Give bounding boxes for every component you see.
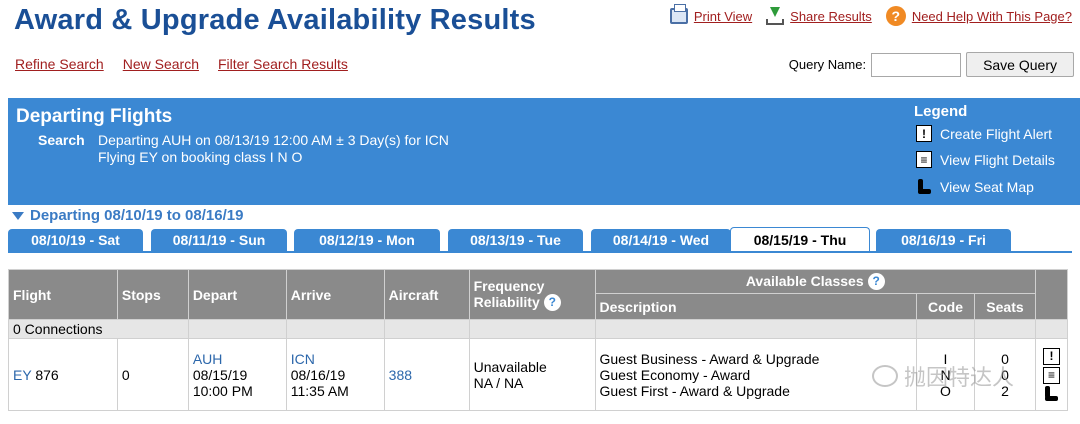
class-description: Guest Economy - Award <box>599 366 751 383</box>
panel-title: Departing Flights <box>16 106 173 127</box>
depart-cell: AUH 08/15/19 10:00 PM <box>187 338 287 411</box>
printer-icon <box>669 4 688 24</box>
col-depart: Depart <box>187 269 287 320</box>
col-available-classes: Available Classes? <box>594 269 1036 294</box>
airline-code[interactable]: EY <box>13 367 31 383</box>
legend-label: View Flight Details <box>940 151 1055 168</box>
legend-title: Legend <box>914 103 968 120</box>
connections-row: 0 Connections <box>8 319 1069 339</box>
seat-icon <box>916 179 932 195</box>
print-view-link[interactable]: Print View <box>669 4 752 24</box>
arrive-cell: ICN 08/16/19 11:35 AM <box>285 338 385 411</box>
aircraft-cell[interactable]: 388 <box>383 338 470 411</box>
reliability-value: NA / NA <box>473 374 524 391</box>
col-seats: Seats <box>973 293 1036 320</box>
query-name-label: Query Name: <box>788 57 867 72</box>
date-tabs: 08/10/19 - Sat 08/11/19 - Sun 08/12/19 -… <box>8 227 1072 252</box>
depart-airport[interactable]: AUH <box>193 351 282 367</box>
help-label[interactable]: Need Help With This Page? <box>912 9 1072 24</box>
search-criteria-line1: Departing AUH on 08/13/19 12:00 AM ± 3 D… <box>98 132 449 148</box>
arrive-time: 11:35 AM <box>290 382 349 399</box>
watermark: 抛因特达人 <box>872 360 1014 392</box>
query-name-input[interactable] <box>871 52 962 77</box>
sub-links: Refine Search New Search Filter Search R… <box>15 56 348 72</box>
col-description: Description <box>594 293 918 320</box>
table-header-row: Flight Stops Depart Arrive Aircraft Freq… <box>8 269 1069 320</box>
collapse-triangle-icon <box>12 211 24 220</box>
classes-help-icon[interactable]: ? <box>867 273 885 291</box>
download-icon <box>766 7 785 25</box>
watermark-text: 抛因特达人 <box>904 365 1015 390</box>
class-description: Guest First - Award & Upgrade <box>599 382 790 399</box>
class-description: Guest Business - Award & Upgrade <box>599 350 820 367</box>
new-search-link[interactable]: New Search <box>123 56 199 72</box>
frequency-value: Unavailable <box>473 358 547 375</box>
tab-08-12[interactable]: 08/12/19 - Mon <box>294 229 440 251</box>
top-links: Print View Share Results ? Need Help Wit… <box>669 4 1072 26</box>
refine-search-link[interactable]: Refine Search <box>15 56 104 72</box>
legend-create-alert: ! Create Flight Alert <box>916 125 1052 142</box>
tab-08-14[interactable]: 08/14/19 - Wed <box>591 229 731 251</box>
alert-icon: ! <box>916 125 932 142</box>
share-results-label[interactable]: Share Results <box>790 9 872 24</box>
search-label: Search <box>38 132 85 148</box>
help-icon: ? <box>885 6 906 26</box>
frequency-label: Frequency <box>473 277 545 294</box>
reliability-label: Reliability <box>473 293 540 310</box>
date-range-toggle[interactable]: Departing 08/10/19 to 08/16/19 <box>12 207 243 224</box>
seat-map-icon[interactable] <box>1043 385 1059 402</box>
departing-flights-panel: Departing Flights Search Departing AUH o… <box>8 98 1080 205</box>
col-actions <box>1034 269 1069 320</box>
tab-08-11[interactable]: 08/11/19 - Sun <box>151 229 287 251</box>
legend-seat-map: View Seat Map <box>916 177 1034 197</box>
details-icon: ≡ <box>916 151 932 168</box>
available-classes-label: Available Classes <box>745 272 864 289</box>
search-criteria-line2: Flying EY on booking class I N O <box>98 149 303 165</box>
arrive-date: 08/16/19 <box>290 366 346 383</box>
tab-08-13[interactable]: 08/13/19 - Tue <box>448 229 583 251</box>
description-cell: Guest Business - Award & Upgrade Guest E… <box>594 338 918 411</box>
tab-08-16[interactable]: 08/16/19 - Fri <box>876 229 1011 251</box>
flight-cell: EY 876 <box>8 338 118 411</box>
tab-08-10[interactable]: 08/10/19 - Sat <box>8 229 143 251</box>
col-frequency: Frequency Reliability? <box>468 269 596 320</box>
depart-date: 08/15/19 <box>192 366 248 383</box>
share-results-link[interactable]: Share Results <box>766 7 872 25</box>
depart-time: 10:00 PM <box>192 382 253 399</box>
page-title: Award & Upgrade Availability Results <box>14 4 536 36</box>
wechat-icon <box>872 365 898 387</box>
flight-details-icon[interactable]: ≡ <box>1042 366 1060 384</box>
legend-label: View Seat Map <box>940 179 1034 195</box>
filter-results-link[interactable]: Filter Search Results <box>218 56 348 72</box>
col-aircraft: Aircraft <box>383 269 470 320</box>
stops-cell: 0 <box>116 338 189 411</box>
flight-number: 876 <box>35 366 59 383</box>
col-arrive: Arrive <box>285 269 385 320</box>
arrive-airport[interactable]: ICN <box>291 351 380 367</box>
col-stops: Stops <box>116 269 189 320</box>
tab-08-15[interactable]: 08/15/19 - Thu <box>730 227 870 252</box>
print-view-label[interactable]: Print View <box>694 9 752 24</box>
date-range-label: Departing 08/10/19 to 08/16/19 <box>30 207 244 224</box>
col-flight: Flight <box>8 269 118 320</box>
reliability-wrap: Reliability? <box>474 294 591 312</box>
frequency-cell: Unavailable NA / NA <box>468 338 596 411</box>
create-alert-icon[interactable]: ! <box>1042 347 1060 365</box>
col-code: Code <box>916 293 975 320</box>
legend-label: Create Flight Alert <box>940 125 1053 142</box>
save-query-button[interactable]: Save Query <box>966 52 1074 77</box>
actions-cell: ! ≡ <box>1034 338 1069 411</box>
legend-flight-details: ≡ View Flight Details <box>916 151 1055 168</box>
tab-divider <box>8 251 1072 253</box>
reliability-help-icon[interactable]: ? <box>543 294 561 312</box>
query-form: Query Name: Save Query <box>789 52 1074 77</box>
connections-label: 0 Connections <box>8 319 189 339</box>
help-link[interactable]: ? Need Help With This Page? <box>885 6 1072 26</box>
